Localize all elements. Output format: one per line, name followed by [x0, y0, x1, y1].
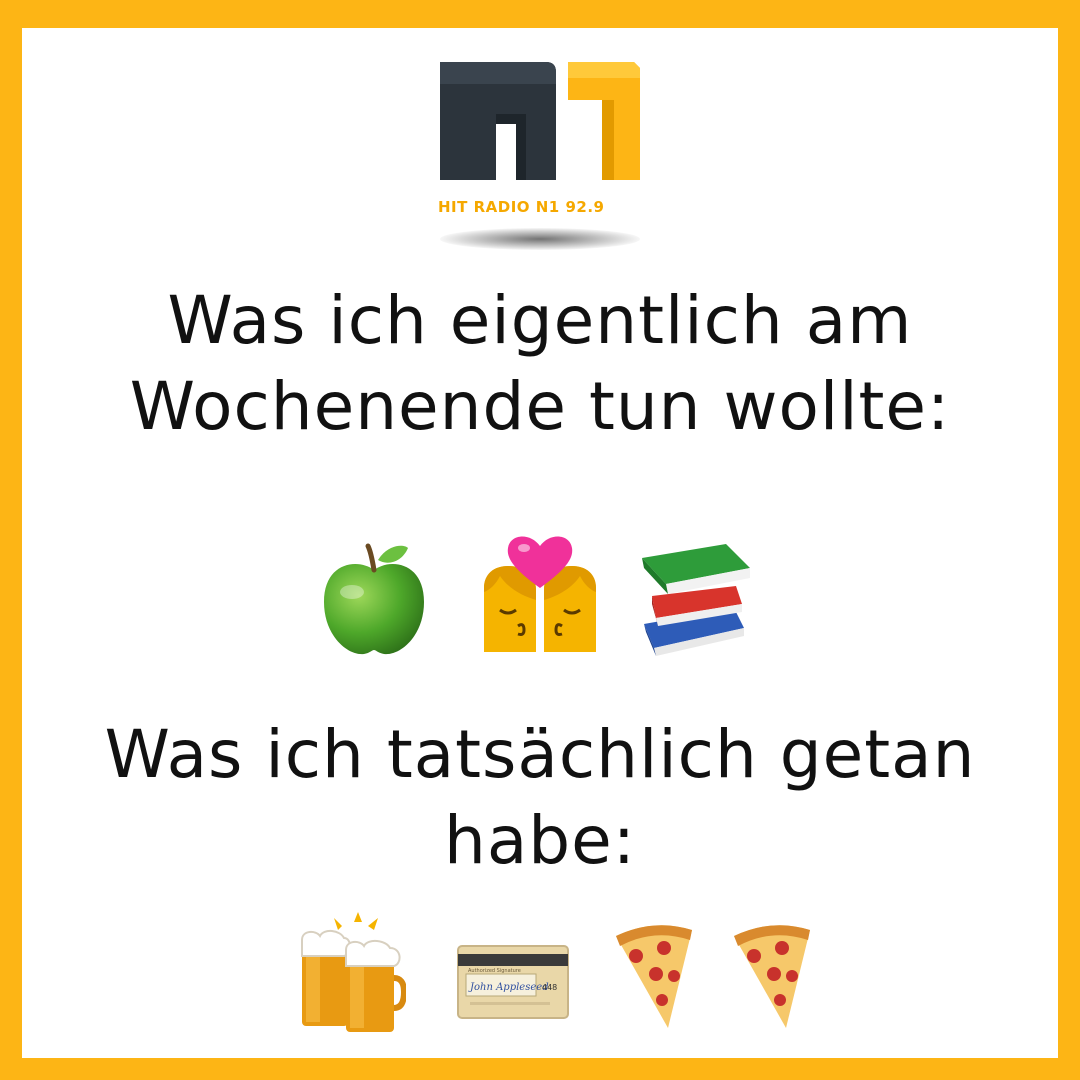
planned-heading-line-2: Wochenende tun wollte:: [129, 368, 951, 445]
logo-caption: HIT RADIO N1 92.9: [438, 198, 605, 216]
logo-shadow: [440, 228, 640, 250]
pizza-slice-icon: [734, 925, 810, 1028]
beer-mugs-icon: [301, 912, 406, 1032]
kissing-couple-icon: [484, 536, 596, 652]
hit-radio-n1-logo: HIT RADIO N1 92.9: [418, 48, 662, 250]
planned-heading-line-1: Was ich eigentlich am: [167, 282, 913, 359]
books-icon: [642, 544, 750, 656]
credit-card-icon: Authorized Signature John Appleseed 448: [457, 945, 569, 1019]
pizza-slice-icon: [616, 925, 692, 1028]
green-apple-icon: [324, 543, 424, 655]
planned-heading: Was ich eigentlich am Wochenende tun wol…: [0, 278, 1080, 450]
card-code: 448: [542, 983, 557, 992]
n1-logo-mark-icon: [440, 62, 640, 180]
actual-heading-line-1: Was ich tatsächlich getan: [104, 716, 976, 793]
actual-heading: Was ich tatsächlich getan habe:: [0, 712, 1080, 884]
actual-heading-line-2: habe:: [443, 802, 636, 879]
card-signature-label: Authorized Signature: [468, 968, 521, 974]
card-name: John Appleseed: [468, 982, 549, 993]
